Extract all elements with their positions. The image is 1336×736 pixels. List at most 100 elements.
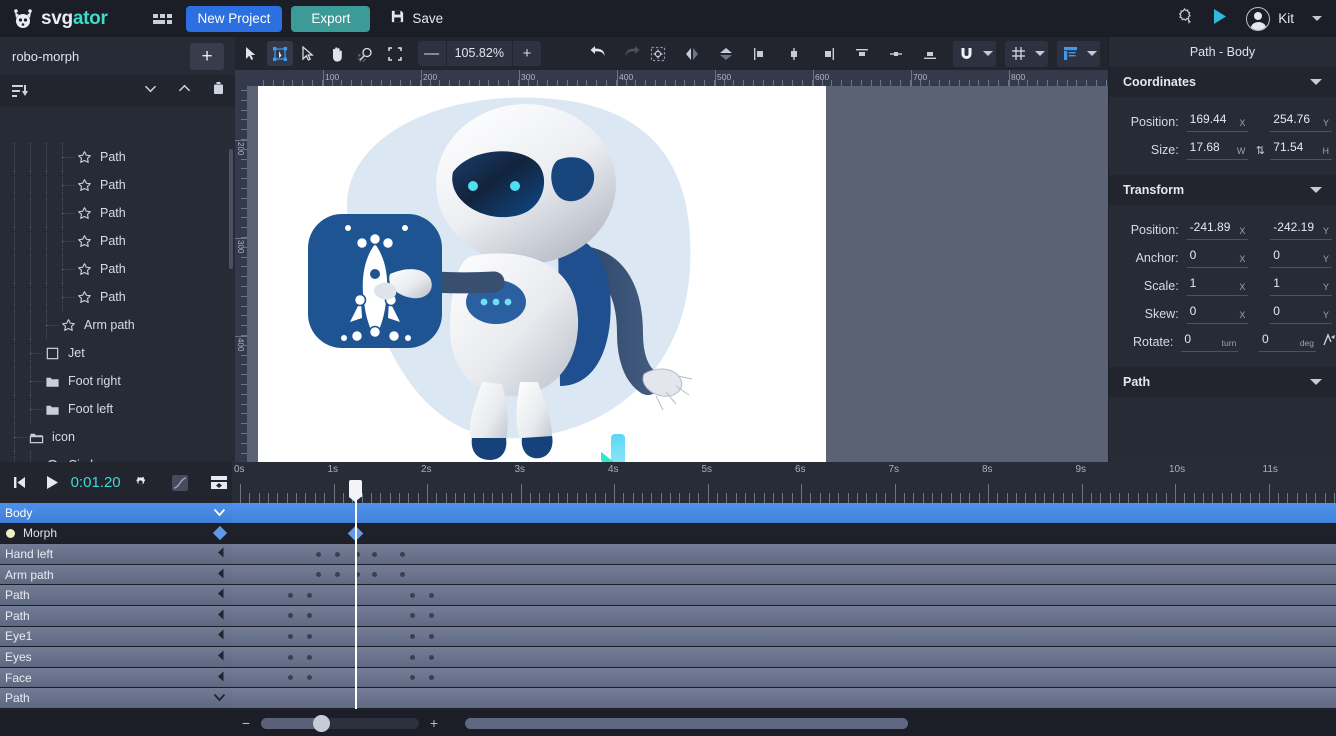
transform-position-y-field[interactable]: Y xyxy=(1270,220,1332,240)
layer-row-path[interactable]: Path xyxy=(0,171,235,199)
transform-skew-x-input[interactable] xyxy=(1186,304,1231,318)
keyframe-dot[interactable] xyxy=(287,613,293,619)
layer-row-path[interactable]: Path xyxy=(0,227,235,255)
keyframe-dot[interactable] xyxy=(409,592,415,598)
align-right-icon[interactable] xyxy=(814,41,842,66)
keyframe-dot[interactable] xyxy=(306,634,312,640)
keyframe-dot[interactable] xyxy=(409,654,415,660)
keyframe-dot[interactable] xyxy=(399,572,405,578)
apps-grid-icon[interactable] xyxy=(152,13,172,24)
new-project-button[interactable]: New Project xyxy=(185,5,283,32)
keyframe-dot[interactable] xyxy=(399,551,405,557)
coordinates-position-x-field[interactable]: X xyxy=(1186,112,1249,132)
layer-row-path[interactable]: Path xyxy=(0,143,235,171)
layer-row-path[interactable]: Path xyxy=(0,255,235,283)
timeline-zoom-slider[interactable] xyxy=(261,714,419,732)
select-tool[interactable] xyxy=(238,41,264,66)
align-center-horizontal-icon[interactable] xyxy=(780,41,808,66)
keyframe-dot[interactable] xyxy=(428,613,434,619)
timeline-zoom-out-button[interactable]: − xyxy=(240,715,252,731)
align-top-icon[interactable] xyxy=(848,41,876,66)
chevron-left-icon[interactable] xyxy=(217,629,225,643)
chevron-down-icon[interactable] xyxy=(1310,379,1322,385)
track-name-path[interactable]: Path xyxy=(0,585,232,606)
align-middle-icon[interactable] xyxy=(882,41,910,66)
user-menu[interactable]: Kit xyxy=(1246,6,1294,31)
transform-skew-y-field[interactable]: Y xyxy=(1270,304,1332,324)
transform-rotate-turn-input[interactable] xyxy=(1181,332,1226,346)
save-button[interactable]: Save xyxy=(390,9,443,29)
add-layer-button[interactable]: + xyxy=(190,42,224,70)
chevron-left-icon[interactable] xyxy=(217,671,225,685)
app-logo[interactable]: svgator xyxy=(12,8,108,30)
zoom-value[interactable]: 105.82% xyxy=(445,41,513,66)
track-keyframe-diamond-icon[interactable] xyxy=(212,526,228,541)
layer-tree[interactable]: Path Path Path Path Path Path Arm path Jet Foot … xyxy=(0,143,235,499)
chevron-down-icon[interactable] xyxy=(213,691,226,705)
track-name-body[interactable]: Body xyxy=(0,503,232,524)
keyframe-dot[interactable] xyxy=(315,572,321,578)
track-row-path[interactable] xyxy=(232,585,1336,606)
play-icon[interactable] xyxy=(40,470,66,496)
flip-vertical-icon[interactable] xyxy=(712,41,740,66)
track-name-hand-left[interactable]: Hand left xyxy=(0,544,232,565)
zoom-in-button[interactable]: + xyxy=(513,41,541,66)
align-left-icon[interactable] xyxy=(746,41,774,66)
playhead-handle[interactable] xyxy=(349,480,362,502)
keyframe-dot[interactable] xyxy=(287,675,293,681)
keyframe-dot[interactable] xyxy=(334,572,340,578)
keyframe-dot[interactable] xyxy=(287,634,293,640)
coordinates-position-y-field[interactable]: Y xyxy=(1270,112,1332,132)
grid-icon[interactable] xyxy=(1005,41,1031,67)
chevron-left-icon[interactable] xyxy=(217,609,225,623)
flip-horizontal-icon[interactable] xyxy=(678,41,706,66)
track-name-morph[interactable]: Morph xyxy=(0,523,232,545)
chevron-down-icon[interactable] xyxy=(1310,79,1322,85)
sort-layers-icon[interactable] xyxy=(12,84,28,97)
keyframe-dot[interactable] xyxy=(428,634,434,640)
coordinates-size-w-field[interactable]: W xyxy=(1186,140,1249,160)
coordinates-section-header[interactable]: Coordinates xyxy=(1109,67,1336,97)
coordinates-size-w-input[interactable] xyxy=(1186,140,1231,154)
ruler-dropdown-chevron-icon[interactable] xyxy=(1083,41,1100,67)
track-name-path[interactable]: Path xyxy=(0,688,232,709)
timeline-settings-gear-icon[interactable] xyxy=(128,470,154,496)
layer-row-icon[interactable]: icon xyxy=(0,423,235,451)
chevron-down-icon[interactable] xyxy=(1310,187,1322,193)
transform-position-y-input[interactable] xyxy=(1270,220,1315,234)
coordinates-size-h-field[interactable]: H xyxy=(1270,140,1332,160)
keyframe-dot[interactable] xyxy=(287,592,293,598)
timeline-horizontal-scrollbar[interactable] xyxy=(465,717,908,729)
track-name-eye1[interactable]: Eye1 xyxy=(0,626,232,648)
keyframe-dot[interactable] xyxy=(428,675,434,681)
settings-gear-icon[interactable] xyxy=(1177,7,1194,30)
track-row-body[interactable] xyxy=(232,503,1336,524)
track-row-path[interactable] xyxy=(232,688,1336,709)
collapse-all-chevron-down-icon[interactable] xyxy=(144,82,157,100)
rotate-orient-icon[interactable] xyxy=(1322,332,1336,352)
preview-play-icon[interactable] xyxy=(1212,8,1228,30)
transform-scale-y-input[interactable] xyxy=(1270,276,1315,290)
timeline-track-rows[interactable] xyxy=(232,503,1336,709)
snap-dropdown-chevron-icon[interactable] xyxy=(979,41,996,67)
timeline-zoom-slider-knob[interactable] xyxy=(313,714,330,732)
lock-aspect-ratio-icon[interactable]: ⇅ xyxy=(1252,144,1268,157)
keyframe-dot[interactable] xyxy=(371,551,377,557)
chevron-left-icon[interactable] xyxy=(217,650,225,664)
node-edit-tool[interactable] xyxy=(266,41,293,66)
keyframe-dot[interactable] xyxy=(315,551,321,557)
keyframe-dot[interactable] xyxy=(409,675,415,681)
keyframe-dot[interactable] xyxy=(409,634,415,640)
track-row-eye1[interactable] xyxy=(232,626,1336,648)
direct-select-tool[interactable] xyxy=(296,41,322,66)
track-row-hand-left[interactable] xyxy=(232,544,1336,565)
align-bottom-icon[interactable] xyxy=(916,41,944,66)
track-row-face[interactable] xyxy=(232,667,1336,689)
expand-all-chevron-up-icon[interactable] xyxy=(178,82,191,100)
timeline-track-names[interactable]: Body Morph Hand left Arm path Path Path Eye1 Ey… xyxy=(0,503,232,709)
transform-rotate-deg-input[interactable] xyxy=(1259,332,1304,346)
chevron-left-icon[interactable] xyxy=(217,568,225,582)
layer-row-arm-path[interactable]: Arm path xyxy=(0,311,235,339)
chevron-left-icon[interactable] xyxy=(217,547,225,561)
keyframe-dot[interactable] xyxy=(306,675,312,681)
